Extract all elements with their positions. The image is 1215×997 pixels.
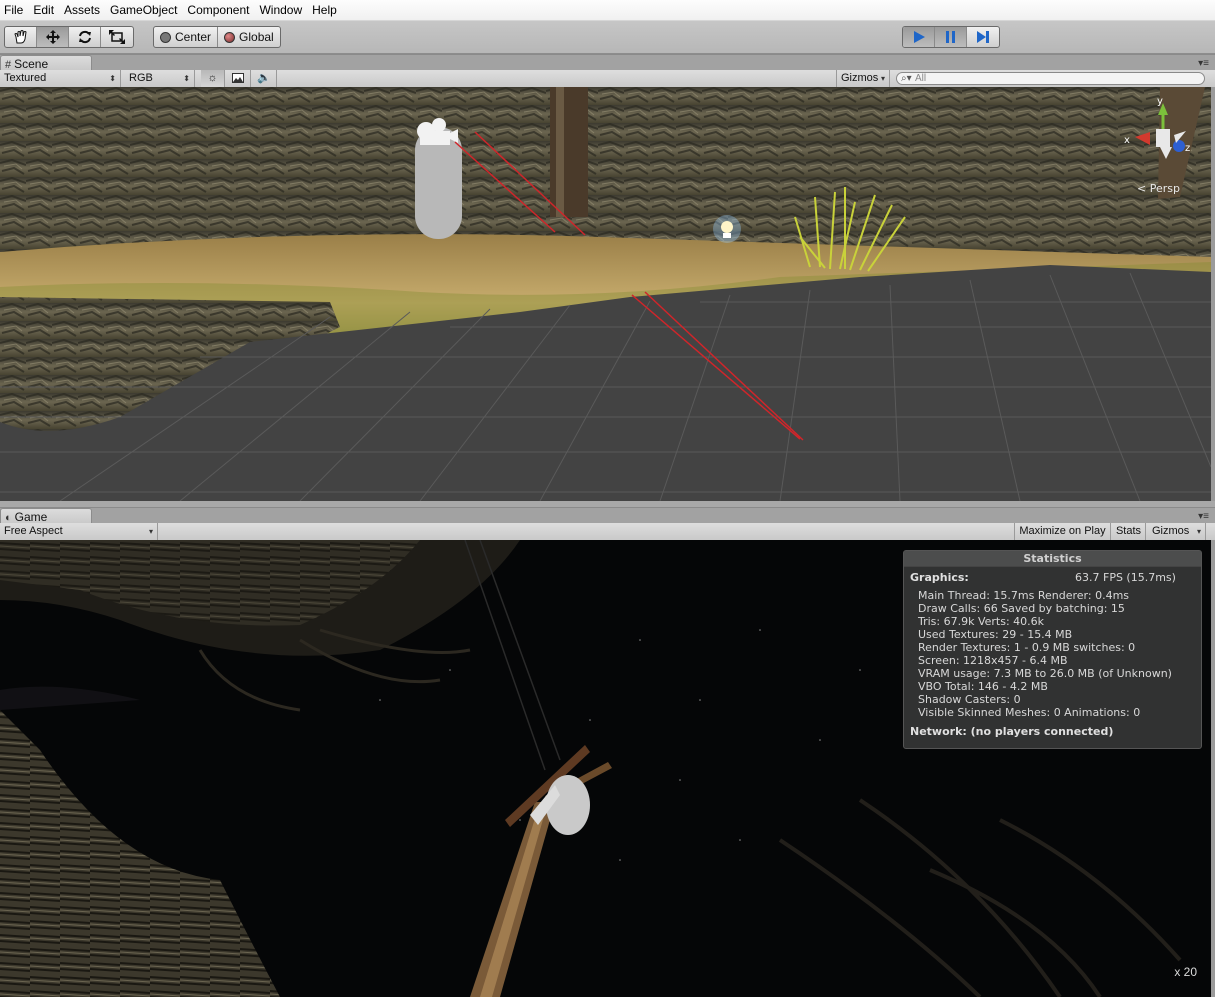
scene-render: y x z < Persp [0,87,1211,501]
speaker-icon: 🔈 [257,72,271,84]
updown-arrow-icon: ⬍ [109,74,116,83]
hand-icon [13,30,27,44]
dropdown-arrow-icon: ▾ [148,527,153,536]
game-toolbar: Free Aspect ▾ Maximize on Play Stats Gizm… [0,523,1215,541]
fps-value: 63.7 FPS (15.7ms) [1075,571,1176,584]
statistics-title: Statistics [904,551,1201,567]
pivot-center-label: Center [175,30,212,44]
graphics-label: Graphics: [910,571,969,584]
panel-menu-icon[interactable]: ▾≡ [1198,58,1209,69]
menu-window[interactable]: Window [255,0,308,21]
scene-lighting-toggle[interactable]: ☼ [201,70,225,87]
global-icon [224,31,236,43]
play-controls [902,26,1000,48]
axis-x-label: x [1124,135,1130,146]
scene-overlay-toggle[interactable] [226,70,251,87]
menu-edit[interactable]: Edit [29,0,60,21]
stats-line: Screen: 1218x457 - 6.4 MB [918,654,1068,667]
menu-bar: File Edit Assets GameObject Component Wi… [0,0,1215,21]
game-gizmos-dropdown[interactable]: Gizmos ▾ [1148,523,1206,540]
menu-help[interactable]: Help [308,0,343,21]
center-icon [160,31,171,43]
menu-file[interactable]: File [0,0,29,21]
step-button[interactable] [967,27,999,47]
stats-line: Main Thread: 15.7ms Renderer: 0.4ms [918,589,1130,602]
light-gizmo-icon [713,215,741,243]
hand-tool-button[interactable] [5,27,37,47]
transform-tools [4,26,134,48]
game-view[interactable]: Statistics Graphics: 63.7 FPS (15.7ms) M… [0,540,1211,997]
menu-assets[interactable]: Assets [60,0,106,21]
pause-button[interactable] [935,27,967,47]
pause-icon [945,31,955,43]
dropdown-arrow-icon: ▾ [880,74,885,83]
night-stars [379,629,861,861]
scale-icon [109,30,125,44]
search-icon: ⌕▾ [901,73,912,84]
pivot-center-button[interactable]: Center [154,27,219,47]
play-icon [913,31,925,43]
rotate-icon [78,30,91,44]
color-mode-dropdown[interactable]: RGB ⬍ [125,70,195,87]
pivot-toggles: Center Global [153,26,281,48]
scene-tabbar: # Scene ▾≡ [0,54,1215,72]
scene-view[interactable]: y x z < Persp [0,87,1211,501]
scene-toolbar: Textured ⬍ RGB ⬍ ☼ 🔈 Gizmos ▾ ⌕▾ All [0,70,1215,88]
dropdown-arrow-icon: ▾ [1196,527,1201,536]
scale-tool-button[interactable] [101,27,133,47]
stats-line: Render Textures: 1 - 0.9 MB switches: 0 [918,641,1136,654]
image-icon [232,73,244,83]
space-global-label: Global [239,30,274,44]
aspect-dropdown[interactable]: Free Aspect ▾ [0,523,158,540]
space-global-button[interactable]: Global [218,27,280,47]
game-right-border [1211,540,1215,997]
scene-audio-toggle[interactable]: 🔈 [252,70,277,87]
maximize-on-play-toggle[interactable]: Maximize on Play [1014,523,1111,540]
menu-gameobject[interactable]: GameObject [106,0,183,21]
render-mode-dropdown[interactable]: Textured ⬍ [0,70,121,87]
scene-gizmos-dropdown[interactable]: Gizmos ▾ [836,70,890,87]
step-icon [977,31,989,43]
rotate-tool-button[interactable] [69,27,101,47]
move-icon [45,30,60,44]
updown-arrow-icon: ⬍ [183,74,190,83]
stats-line: VRAM usage: 7.3 MB to 26.0 MB (of Unknow… [918,667,1172,680]
stats-line: Tris: 67.9k Verts: 40.6k [918,615,1045,628]
game-scale-label: x 20 [1174,965,1197,979]
scene-search-input[interactable]: ⌕▾ All [896,72,1205,85]
projection-label[interactable]: < Persp [1137,182,1180,195]
main-toolbar: Center Global [0,21,1215,54]
stats-line: Shadow Casters: 0 [918,693,1021,706]
axis-y-label: y [1157,96,1163,107]
statistics-panel: Statistics Graphics: 63.7 FPS (15.7ms) M… [903,550,1202,749]
stats-line: VBO Total: 146 - 4.2 MB [918,680,1048,693]
stats-line: Visible Skinned Meshes: 0 Animations: 0 [918,706,1141,719]
network-status: Network: (no players connected) [910,725,1114,738]
play-button[interactable] [903,27,935,47]
panel-menu-icon[interactable]: ▾≡ [1198,511,1209,522]
move-tool-button[interactable] [37,27,69,47]
sun-icon: ☼ [207,72,218,84]
scene-right-border [1211,87,1215,501]
axis-z-label: z [1185,143,1190,154]
game-tabbar: ◐ Game ▾≡ [0,507,1215,525]
stats-line: Draw Calls: 66 Saved by batching: 15 [918,602,1125,615]
stats-line: Used Textures: 29 - 15.4 MB [918,628,1073,641]
stats-toggle[interactable]: Stats [1112,523,1146,540]
menu-component[interactable]: Component [183,0,255,21]
